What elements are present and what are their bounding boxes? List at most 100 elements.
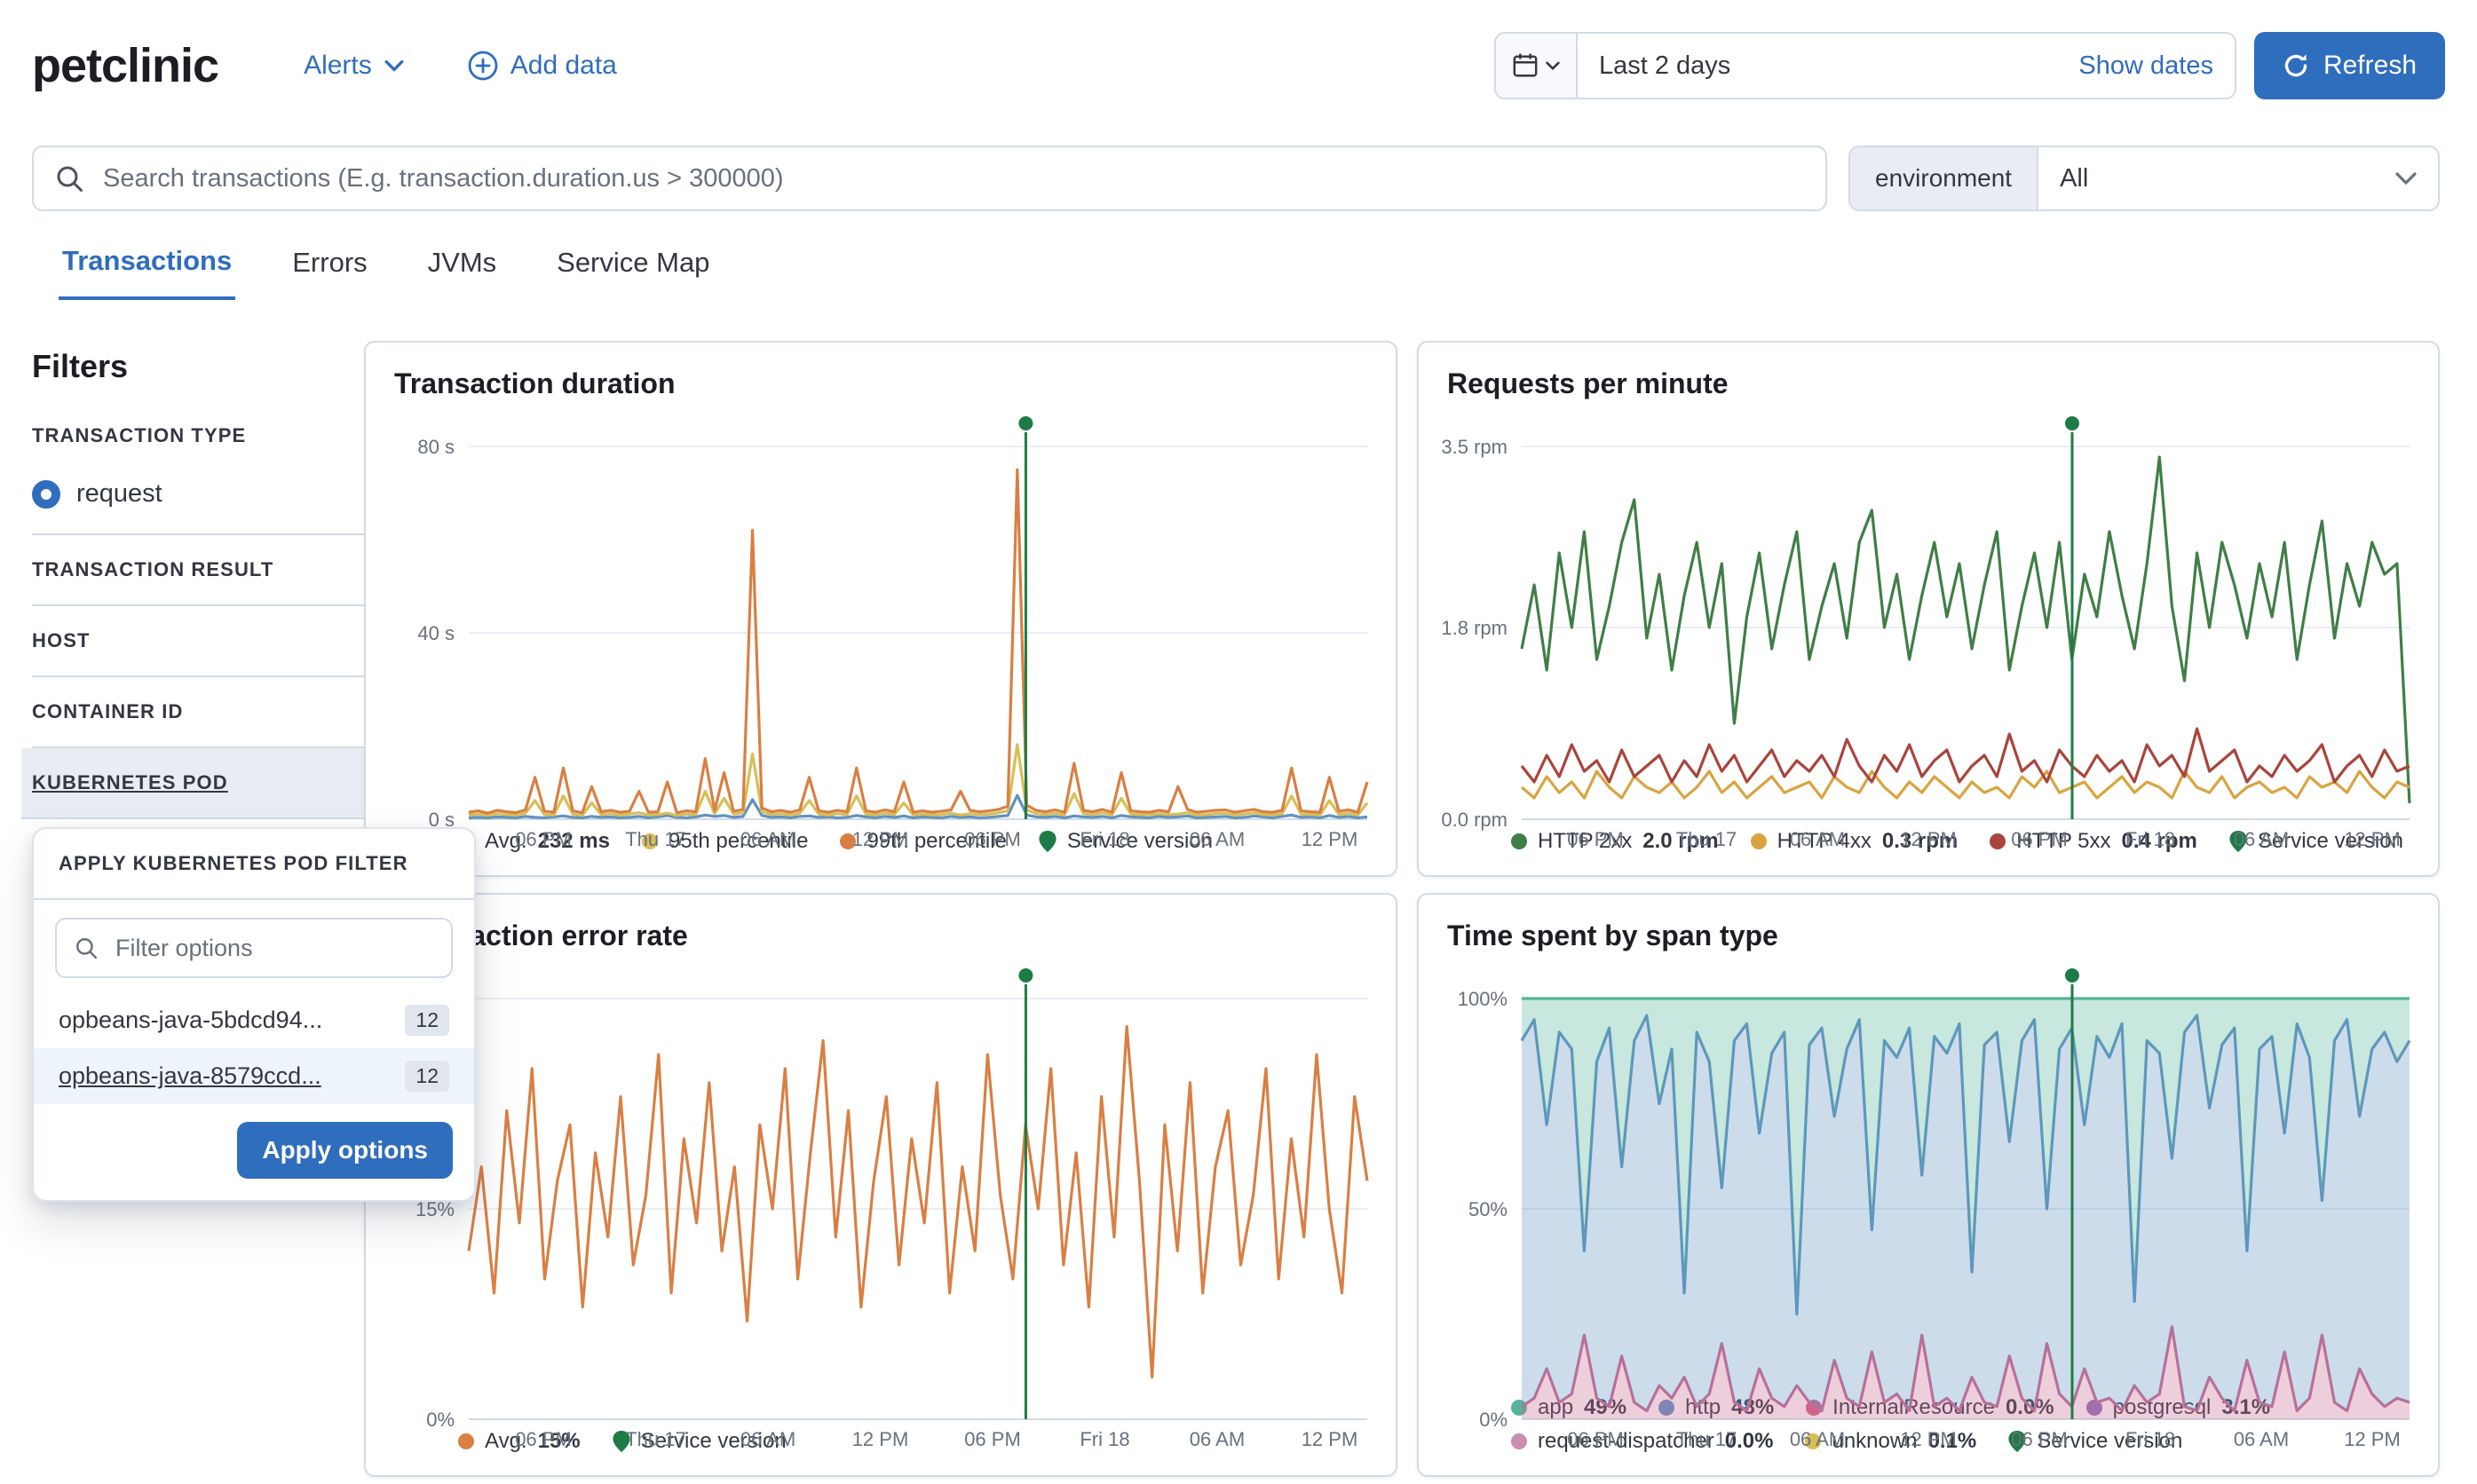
service-version-annotation-marker[interactable]	[1018, 968, 1033, 983]
x-tick-label: 06 PM	[1567, 1428, 1624, 1450]
service-version-annotation-marker[interactable]	[2065, 968, 2079, 983]
environment-filter: environment All	[1848, 146, 2440, 211]
x-tick-label: 06 AM	[1790, 1428, 1845, 1450]
line-series	[1522, 457, 2410, 803]
search-transactions-input[interactable]	[99, 162, 1804, 195]
refresh-label: Refresh	[2323, 51, 2417, 81]
transaction-error-rate-panel: Transaction error rate 0%15%30%06 PMThu …	[364, 893, 1397, 1477]
date-quick-select-button[interactable]	[1496, 34, 1578, 98]
refresh-button[interactable]: Refresh	[2254, 32, 2445, 99]
y-tick-label: 0%	[1479, 1409, 1508, 1431]
date-controls: Last 2 days Show dates Refresh	[1494, 32, 2445, 99]
y-tick-label: 100%	[1458, 988, 1508, 1010]
panel-title: Requests per minute	[1419, 343, 2438, 400]
x-tick-label: 06 AM	[740, 1428, 795, 1450]
service-version-annotation-marker[interactable]	[2065, 416, 2079, 430]
panel-title: Time spent by span type	[1419, 895, 2438, 952]
x-tick-label: 06 AM	[1790, 828, 1845, 850]
chart-canvas[interactable]: 0.0 rpm1.8 rpm3.5 rpm06 PMThu 1706 AM12 …	[1419, 400, 2438, 855]
x-tick-label: 12 PM	[852, 828, 909, 850]
x-tick-label: 12 PM	[852, 1428, 909, 1450]
x-tick-label: 06 PM	[515, 828, 572, 850]
transaction-duration-chart[interactable]: 0 s40 s80 s06 PMThu 1706 AM12 PM06 PMFri…	[366, 400, 1396, 829]
chevron-down-icon	[2395, 171, 2417, 186]
x-tick-label: 06 PM	[1567, 828, 1624, 850]
environment-select[interactable]: All	[2038, 147, 2438, 209]
line-series	[469, 470, 1367, 813]
transaction-duration-panel: Transaction duration 0 s40 s80 s06 PMThu…	[364, 341, 1397, 877]
apply-options-button[interactable]: Apply options	[237, 1122, 453, 1179]
popover-actions: Apply options	[34, 1104, 474, 1200]
line-series	[469, 1027, 1367, 1377]
x-tick-label: 06 AM	[1190, 828, 1245, 850]
filter-section-transaction-type: TRANSACTION TYPE request	[32, 407, 364, 535]
x-tick-label: 06 PM	[2011, 1428, 2068, 1450]
tab-errors[interactable]: Errors	[289, 245, 370, 300]
x-tick-label: 12 PM	[2344, 1428, 2401, 1450]
service-tabs: Transactions Errors JVMs Service Map	[59, 245, 713, 300]
chart-canvas[interactable]: 0%15%30%06 PMThu 1706 AM12 PM06 PMFri 18…	[366, 952, 1396, 1455]
alerts-label: Alerts	[304, 51, 372, 81]
x-tick-label: 12 PM	[1302, 1428, 1358, 1450]
x-tick-label: 12 PM	[1302, 828, 1358, 850]
tab-jvms[interactable]: JVMs	[424, 245, 501, 300]
service-version-annotation-marker[interactable]	[1018, 416, 1033, 430]
filter-title-transaction-type[interactable]: TRANSACTION TYPE	[32, 407, 364, 465]
requests-per-minute-chart[interactable]: 0.0 rpm1.8 rpm3.5 rpm06 PMThu 1706 AM12 …	[1419, 400, 2438, 829]
filter-title-kubernetes-pod[interactable]: KUBERNETES POD	[21, 748, 375, 819]
transaction-error-rate-chart[interactable]: 0%15%30%06 PMThu 1706 AM12 PM06 PMFri 18…	[366, 952, 1396, 1429]
filter-title-transaction-result[interactable]: TRANSACTION RESULT	[32, 535, 364, 606]
pod-filter-option-label: opbeans-java-5bdcd94...	[59, 1006, 391, 1034]
add-data-label: Add data	[510, 51, 617, 81]
plus-circle-icon	[468, 51, 498, 81]
x-tick-label: Thu 17	[1676, 828, 1737, 850]
add-data-button[interactable]: Add data	[468, 51, 617, 81]
tab-transactions[interactable]: Transactions	[59, 245, 235, 300]
y-tick-label: 0.0 rpm	[1441, 809, 1508, 831]
show-dates-button[interactable]: Show dates	[2057, 34, 2235, 98]
y-tick-label: 3.5 rpm	[1441, 436, 1508, 458]
tab-service-map[interactable]: Service Map	[553, 245, 713, 300]
requests-per-minute-panel: Requests per minute 0.0 rpm 1.8 rpm 3.5 rp…	[1417, 341, 2440, 877]
date-picker-group: Last 2 days Show dates	[1494, 32, 2236, 99]
y-tick-label: 0%	[426, 1409, 455, 1431]
pod-filter-option-1[interactable]: opbeans-java-5bdcd94... 12	[34, 992, 474, 1048]
y-tick-label: 40 s	[417, 622, 455, 644]
pod-filter-option-label: opbeans-java-8579ccd...	[59, 1062, 391, 1090]
x-tick-label: 06 AM	[740, 828, 795, 850]
environment-select-value: All	[2060, 164, 2381, 193]
x-tick-label: Fri 18	[2125, 1428, 2175, 1450]
filter-options-input[interactable]	[112, 933, 433, 964]
date-range-button[interactable]: Last 2 days	[1578, 34, 2057, 98]
radio-option-request[interactable]: request	[32, 465, 364, 526]
x-tick-label: 06 AM	[1190, 1428, 1245, 1450]
line-series	[1522, 729, 2410, 782]
app-logo: petclinic	[32, 38, 218, 93]
x-tick-label: 06 AM	[2234, 1428, 2289, 1450]
chart-canvas[interactable]: 0 s40 s80 s06 PMThu 1706 AM12 PM06 PMFri…	[366, 400, 1396, 855]
x-tick-label: 06 PM	[964, 1428, 1021, 1450]
kubernetes-pod-filter-popover: APPLY KUBERNETES POD FILTER opbeans-java…	[32, 827, 476, 1202]
x-tick-label: 06 PM	[964, 828, 1021, 850]
refresh-icon	[2283, 52, 2309, 79]
line-series	[469, 745, 1367, 816]
top-bar: petclinic Alerts Add data Last 2 days Sh…	[32, 0, 2445, 131]
x-tick-label: 06 PM	[515, 1428, 572, 1450]
calendar-icon	[1512, 52, 1539, 79]
time-spent-by-span-type-chart[interactable]: 0%50%100%06 PMThu 1706 AM12 PM06 PMFri 1…	[1419, 952, 2438, 1395]
pod-filter-option-2[interactable]: opbeans-java-8579ccd... 12	[34, 1048, 474, 1104]
x-tick-label: Thu 17	[625, 1428, 686, 1450]
radio-selected-icon	[32, 480, 60, 509]
filter-title-host[interactable]: HOST	[32, 606, 364, 677]
environment-filter-label: environment	[1850, 147, 2038, 209]
filter-options-search-box	[55, 918, 453, 978]
x-tick-label: 06 PM	[2011, 828, 2068, 850]
filter-title-container-id[interactable]: CONTAINER ID	[32, 677, 364, 748]
y-tick-label: 80 s	[417, 436, 455, 458]
panel-title: Transaction duration	[366, 343, 1396, 400]
chart-canvas[interactable]: 0%50%100%06 PMThu 1706 AM12 PM06 PMFri 1…	[1419, 952, 2438, 1455]
x-tick-label: Thu 17	[625, 828, 686, 850]
y-tick-label: 1.8 rpm	[1441, 617, 1508, 639]
alerts-menu-button[interactable]: Alerts	[304, 51, 404, 81]
search-icon	[55, 164, 83, 193]
